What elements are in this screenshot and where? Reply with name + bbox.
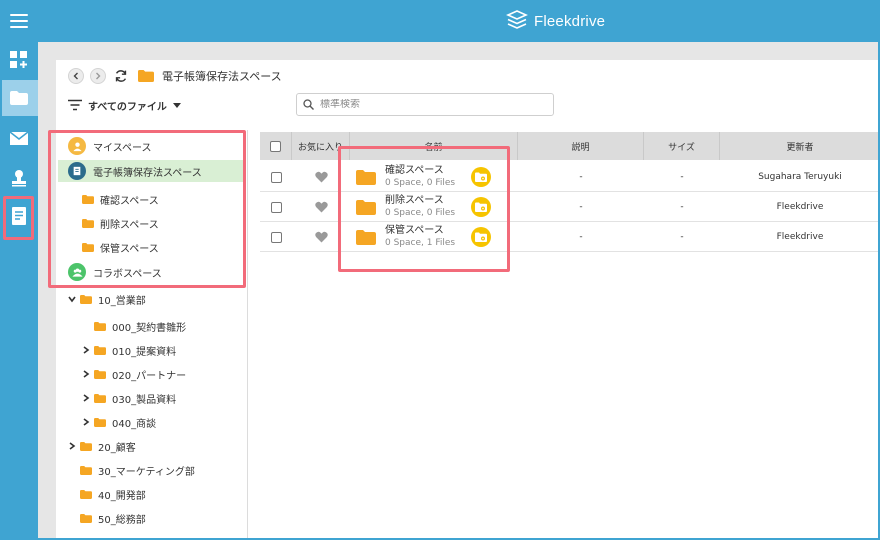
row-size: - [680,172,684,182]
tree-label: 040_商談 [112,418,157,430]
folder-icon [80,514,92,523]
heart-icon[interactable] [315,231,328,243]
row-updater: Fleekdrive [776,232,824,242]
folder-icon [80,295,92,304]
filter-icon [68,99,82,111]
chevron-right-icon[interactable] [68,442,76,450]
top-bar: Fleekdrive [0,0,880,42]
heart-icon[interactable] [315,171,328,183]
row-size: - [680,232,684,242]
hamburger-menu-icon[interactable] [10,14,28,28]
stamp-icon [12,170,26,187]
app-title: Fleekdrive [534,12,606,30]
select-all-checkbox[interactable] [270,140,281,152]
search-icon [303,99,314,110]
row-updater: Fleekdrive [776,202,824,212]
tree-item[interactable]: 020_パートナー [82,363,186,385]
tree-highlight-box [48,130,246,288]
rail-stamp[interactable] [0,160,38,196]
tree-label: 20_顧客 [98,442,136,454]
select-all-cell [260,132,292,160]
tree-label: 010_提案資料 [112,346,177,358]
breadcrumb: 電子帳簿保存法スペース [68,66,282,86]
brand-logo[interactable]: Fleekdrive [506,9,605,33]
tree-item[interactable]: 40_開発部 [80,483,146,505]
row-description: - [579,172,583,182]
table-highlight-box [338,146,510,272]
folder-icon [94,322,106,331]
file-filter-dropdown[interactable]: すべてのファイル [68,96,181,114]
folder-icon [94,394,106,403]
row-updater: Sugahara Teruyuki [758,172,842,182]
row-size: - [680,202,684,212]
tree-label: 10_営業部 [98,295,146,307]
tree-item[interactable]: 040_商談 [82,411,156,433]
tree-label: 30_マーケティング部 [98,466,195,478]
column-size[interactable]: サイズ [644,132,720,160]
folder-icon [80,466,92,475]
tree-label: 030_製品資料 [112,394,177,406]
rail-dashboard-add[interactable] [0,42,38,78]
forward-button[interactable] [90,68,106,84]
tree-item[interactable]: 10_営業部 [68,288,146,310]
chevron-right-icon[interactable] [82,346,90,354]
tree-label: 000_契約書雛形 [112,322,187,334]
breadcrumb-current[interactable]: 電子帳簿保存法スペース [162,68,282,84]
mail-icon [9,131,29,145]
tree-item[interactable]: 50_総務部 [80,507,146,529]
filter-label: すべてのファイル [88,101,167,113]
row-description: - [579,232,583,242]
chevron-right-icon[interactable] [82,394,90,402]
row-checkbox[interactable] [270,171,282,183]
refresh-icon [115,70,127,82]
rail-files[interactable] [0,80,38,116]
row-checkbox[interactable] [270,231,282,243]
chevron-down-icon[interactable] [68,295,76,303]
folder-icon [94,346,106,355]
tree-item[interactable]: 30_マーケティング部 [80,459,195,481]
tree-label: 40_開発部 [98,490,146,502]
folder-icon [80,442,92,451]
chevron-right-icon [96,72,101,80]
rail-mail[interactable] [0,120,38,156]
heart-icon[interactable] [315,201,328,213]
tree-label: 50_総務部 [98,514,146,526]
chevron-left-icon [73,72,78,80]
folder-icon [94,418,106,427]
column-description[interactable]: 説明 [518,132,644,160]
folder-icon [10,91,28,105]
column-updater[interactable]: 更新者 [720,132,880,160]
fleekdrive-logo-icon [506,10,528,29]
refresh-button[interactable] [112,67,130,85]
tree-item[interactable]: 010_提案資料 [82,339,176,361]
back-button[interactable] [68,68,84,84]
breadcrumb-folder-icon [138,70,154,82]
rail-highlight-box [3,196,34,240]
tree-item[interactable]: 000_契約書雛形 [94,315,186,337]
folder-icon [80,490,92,499]
row-checkbox[interactable] [270,201,282,213]
dashboard-add-icon [10,51,27,68]
chevron-right-icon[interactable] [82,418,90,426]
folder-icon [94,370,106,379]
tree-label: 020_パートナー [112,370,187,382]
tree-item[interactable]: 030_製品資料 [82,387,176,409]
chevron-right-icon[interactable] [82,370,90,378]
caret-down-icon [172,102,181,108]
left-rail [0,42,38,540]
row-description: - [579,202,583,212]
search-box[interactable] [296,93,554,116]
search-input[interactable] [320,99,540,110]
tree-item[interactable]: 20_顧客 [68,435,136,457]
